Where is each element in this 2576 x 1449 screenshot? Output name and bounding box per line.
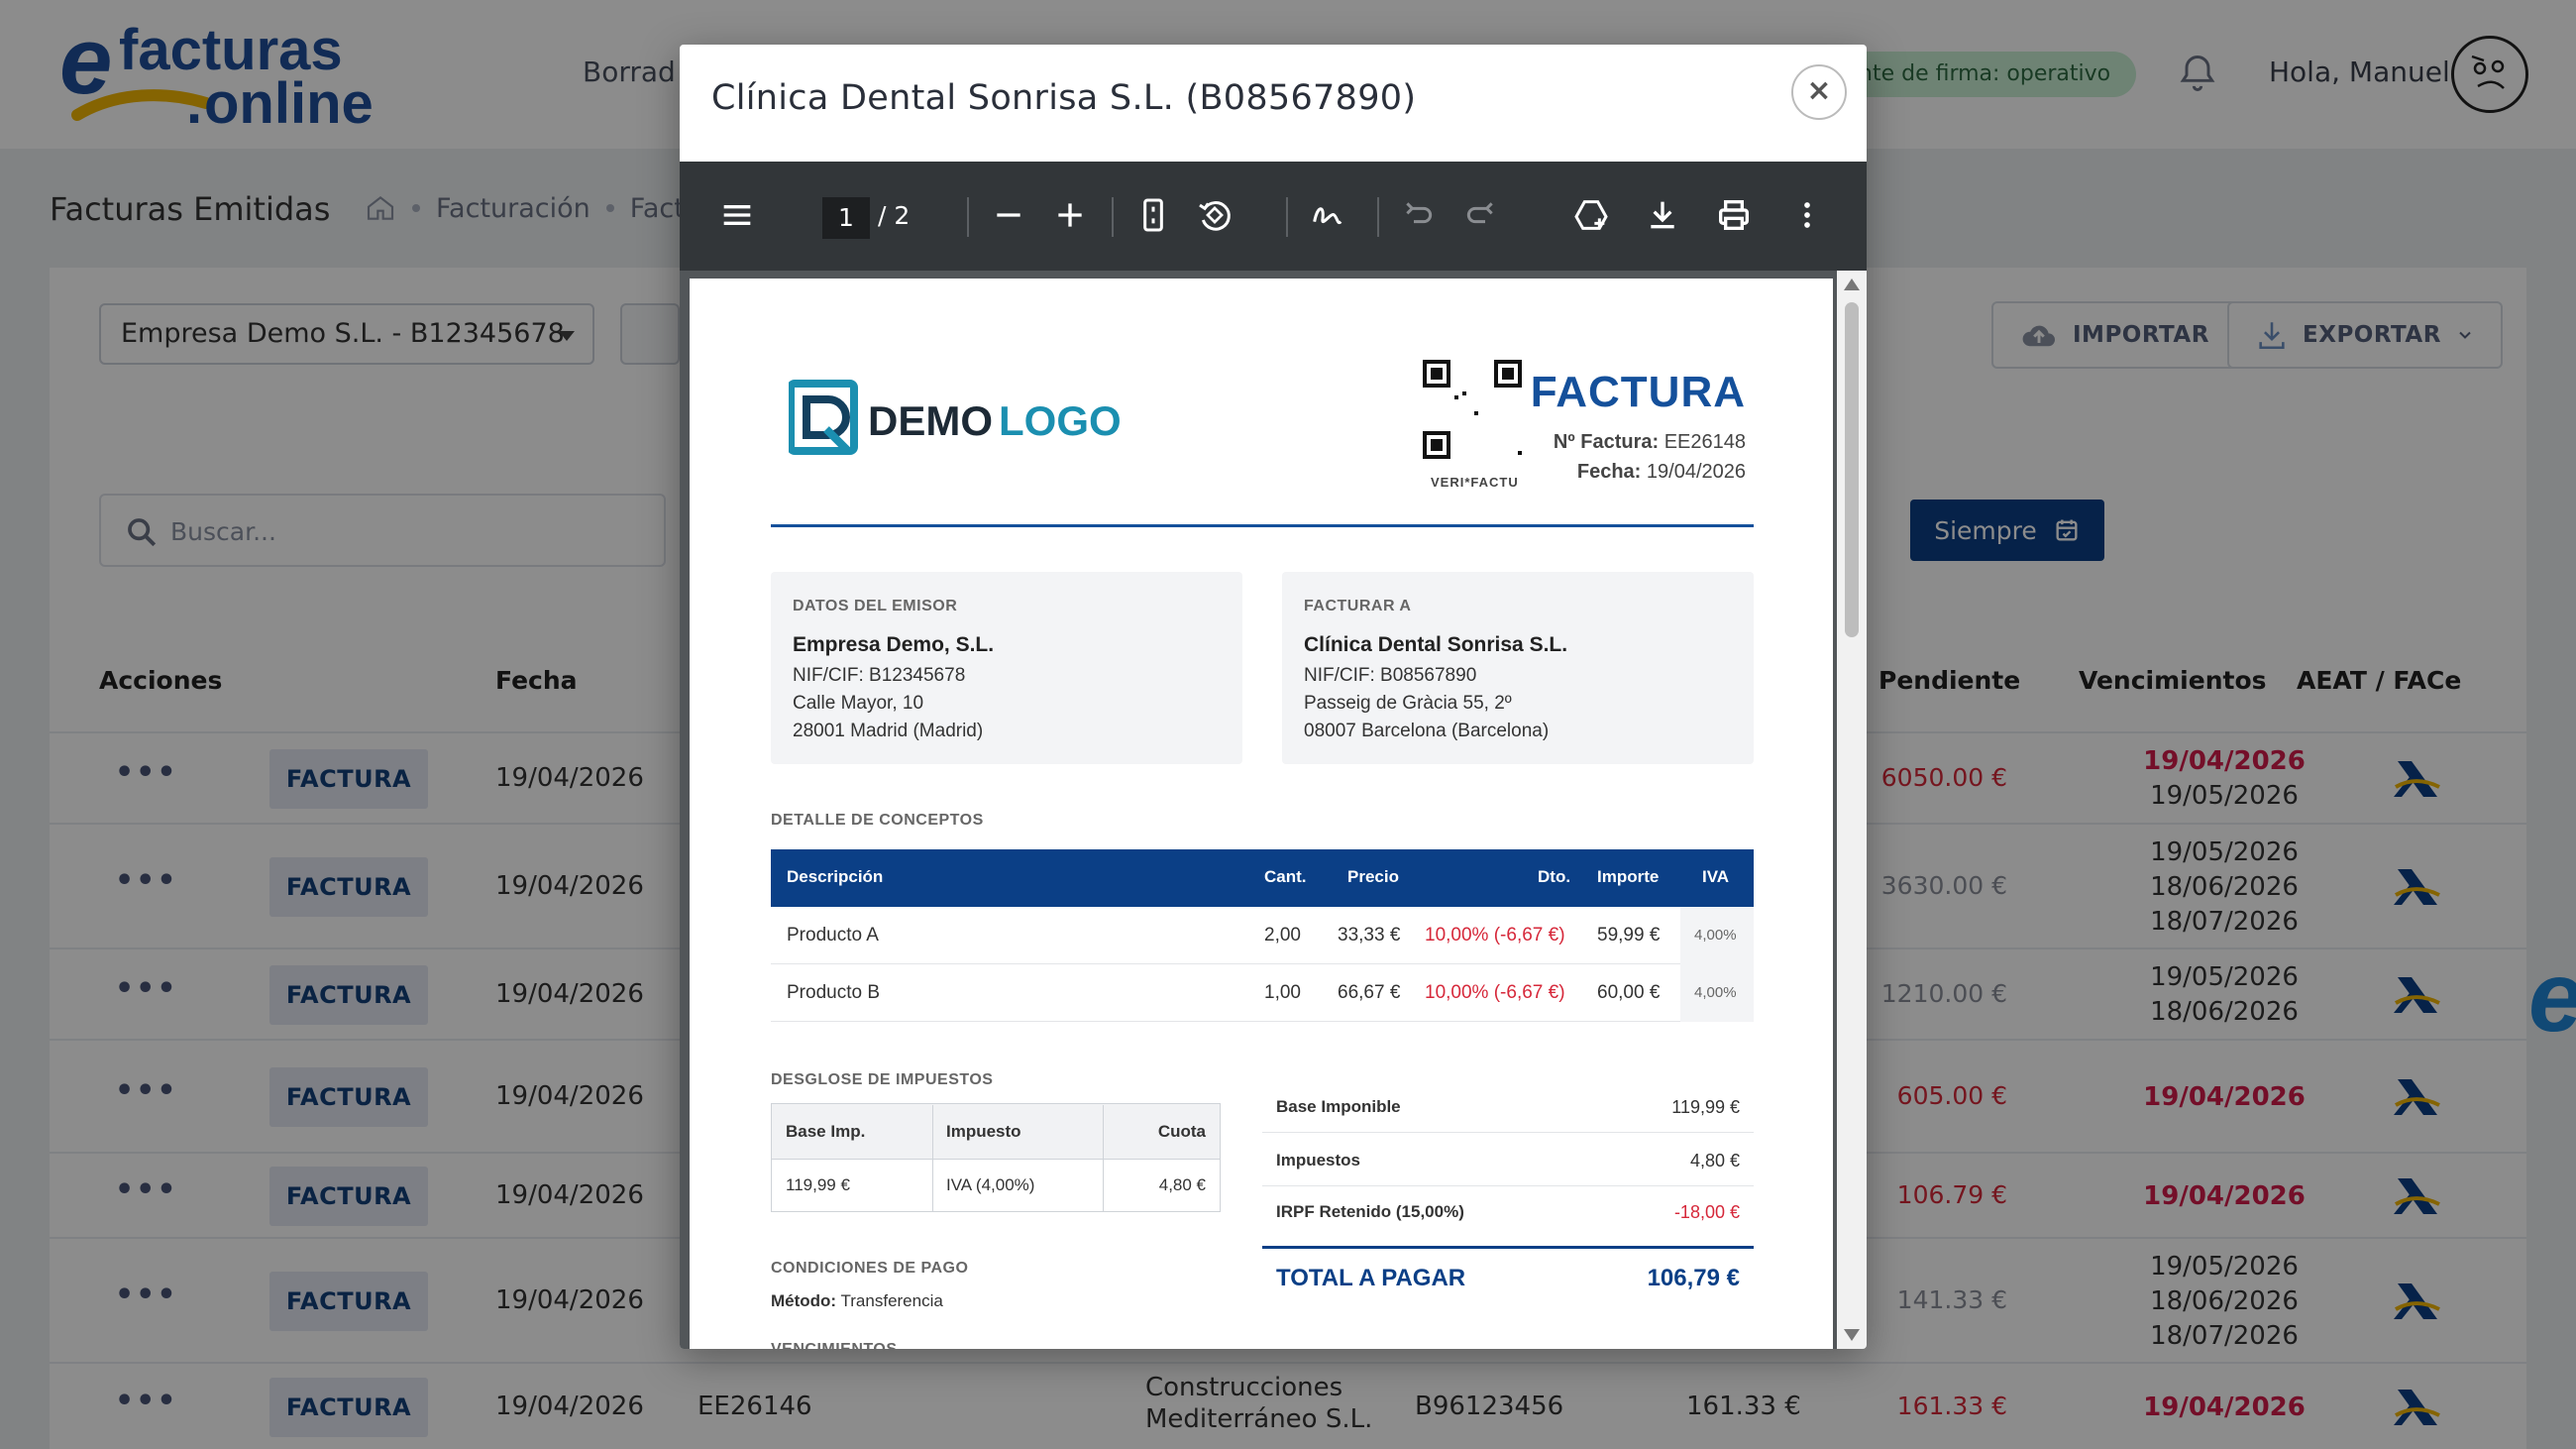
line-quantity: 1,00: [1264, 982, 1301, 1003]
invoice-line-row: Producto B 1,00 66,67 € 10,00% (-6,67 €) 60,…: [771, 964, 1754, 1022]
close-button[interactable]: ×: [1791, 64, 1847, 120]
print-icon[interactable]: [1714, 195, 1754, 235]
tax-header-base: Base Imp.: [786, 1122, 866, 1141]
fit-page-icon[interactable]: [1133, 195, 1173, 235]
verifactu-qr-code: [1423, 360, 1522, 459]
issuer-address: Calle Mayor, 10: [793, 693, 924, 714]
line-vat: 4,00%: [1694, 984, 1737, 1001]
invoice-preview-modal: Clínica Dental Sonrisa S.L. (B08567890) …: [680, 45, 1867, 1349]
rotate-icon[interactable]: [1195, 195, 1234, 235]
line-price: 66,67 €: [1338, 982, 1401, 1003]
tax-header-quota: Cuota: [1157, 1122, 1206, 1141]
col-price: Precio: [1347, 867, 1399, 886]
concepts-section-label: DETALLE DE CONCEPTOS: [771, 812, 984, 829]
page-total: / 2: [878, 201, 911, 230]
col-amount: Importe: [1597, 867, 1660, 886]
concepts-table-header: Descripción Cant. Precio Dto. Importe IV…: [771, 849, 1754, 907]
col-vat: IVA: [1702, 867, 1730, 886]
issuer-box: DATOS DEL EMISOR Empresa Demo, S.L. NIF/…: [771, 572, 1242, 764]
tax-breakdown-table: Base Imp. Impuesto Cuota 119,99 € IVA (4…: [771, 1103, 1221, 1212]
col-quantity: Cant.: [1264, 867, 1307, 886]
scroll-up-arrow-icon[interactable]: [1844, 279, 1860, 290]
totals-base-row: Base Imponible 119,99 €: [1262, 1081, 1754, 1133]
verifactu-label: VERI*FACTU: [1431, 475, 1519, 490]
tax-base-value: 119,99 €: [786, 1175, 850, 1194]
tax-header-tax: Impuesto: [946, 1122, 1021, 1141]
issuer-name: Empresa Demo, S.L.: [793, 633, 995, 656]
modal-title: Clínica Dental Sonrisa S.L. (B08567890): [711, 78, 1417, 118]
menu-icon[interactable]: [717, 195, 757, 235]
draw-icon[interactable]: [1308, 195, 1347, 235]
payment-section-label: CONDICIONES DE PAGO: [771, 1260, 969, 1277]
totals-irpf-row: IRPF Retenido (15,00%) -18,00 €: [1276, 1202, 1740, 1222]
client-address: Passeig de Gràcia 55, 2º: [1304, 693, 1512, 714]
save-to-drive-icon[interactable]: [1571, 195, 1611, 235]
zoom-out-icon[interactable]: [989, 195, 1028, 235]
payment-method: Método: Transferencia: [771, 1291, 943, 1310]
pdf-scrollbar[interactable]: [1837, 271, 1867, 1349]
line-quantity: 2,00: [1264, 925, 1301, 946]
total-to-pay-row: TOTAL A PAGAR 106,79 €: [1262, 1246, 1754, 1293]
document-title: FACTURA: [1530, 368, 1746, 416]
pdf-viewer[interactable]: DEMO LOGO VERI*FACTU FACTURA Nº Factura:…: [680, 271, 1867, 1349]
invoice-date: Fecha: 19/04/2026: [1576, 461, 1746, 483]
scroll-thumb[interactable]: [1845, 302, 1859, 637]
col-description: Descripción: [787, 867, 884, 886]
pdf-toolbar: 1 / 2: [680, 162, 1867, 271]
client-city: 08007 Barcelona (Barcelona): [1304, 721, 1550, 741]
tax-section-label: DESGLOSE DE IMPUESTOS: [771, 1071, 994, 1088]
line-vat: 4,00%: [1694, 927, 1737, 944]
line-discount: 10,00% (-6,67 €): [1425, 925, 1565, 946]
bill-to-box: FACTURAR A Clínica Dental Sonrisa S.L. N…: [1282, 572, 1754, 764]
line-description: Producto B: [787, 982, 880, 1003]
scroll-down-arrow-icon[interactable]: [1844, 1329, 1860, 1341]
invoice-number: Nº Factura: EE26148: [1553, 431, 1746, 453]
header-divider: [771, 524, 1754, 527]
client-nif: NIF/CIF: B08567890: [1304, 665, 1477, 686]
svg-text:DEMO: DEMO: [868, 397, 993, 444]
tax-type-value: IVA (4,00%): [946, 1175, 1035, 1194]
tax-quota-value: 4,80 €: [1158, 1175, 1206, 1194]
download-icon[interactable]: [1643, 195, 1682, 235]
redo-icon[interactable]: [1460, 195, 1500, 235]
issuer-nif: NIF/CIF: B12345678: [793, 665, 966, 686]
line-discount: 10,00% (-6,67 €): [1425, 982, 1565, 1003]
issuer-label: DATOS DEL EMISOR: [793, 598, 958, 614]
client-name: Clínica Dental Sonrisa S.L.: [1304, 633, 1568, 656]
invoice-line-row: Producto A 2,00 33,33 € 10,00% (-6,67 €) 59,…: [771, 907, 1754, 964]
due-dates-section-label: VENCIMIENTOS: [771, 1341, 898, 1349]
totals-taxes-row: Impuestos 4,80 €: [1262, 1135, 1754, 1186]
demo-logo: DEMO LOGO: [789, 380, 1122, 455]
zoom-in-icon[interactable]: [1050, 195, 1090, 235]
line-amount: 59,99 €: [1597, 925, 1661, 946]
line-amount: 60,00 €: [1597, 982, 1661, 1003]
page-number-input[interactable]: 1: [822, 197, 870, 239]
issuer-city: 28001 Madrid (Madrid): [793, 721, 984, 741]
bill-to-label: FACTURAR A: [1304, 598, 1412, 614]
undo-icon[interactable]: [1399, 195, 1439, 235]
svg-text:LOGO: LOGO: [999, 397, 1122, 444]
invoice-page: DEMO LOGO VERI*FACTU FACTURA Nº Factura:…: [690, 279, 1833, 1349]
more-options-icon[interactable]: [1787, 195, 1827, 235]
line-description: Producto A: [787, 925, 879, 946]
col-discount: Dto.: [1538, 867, 1571, 886]
line-price: 33,33 €: [1338, 925, 1401, 946]
